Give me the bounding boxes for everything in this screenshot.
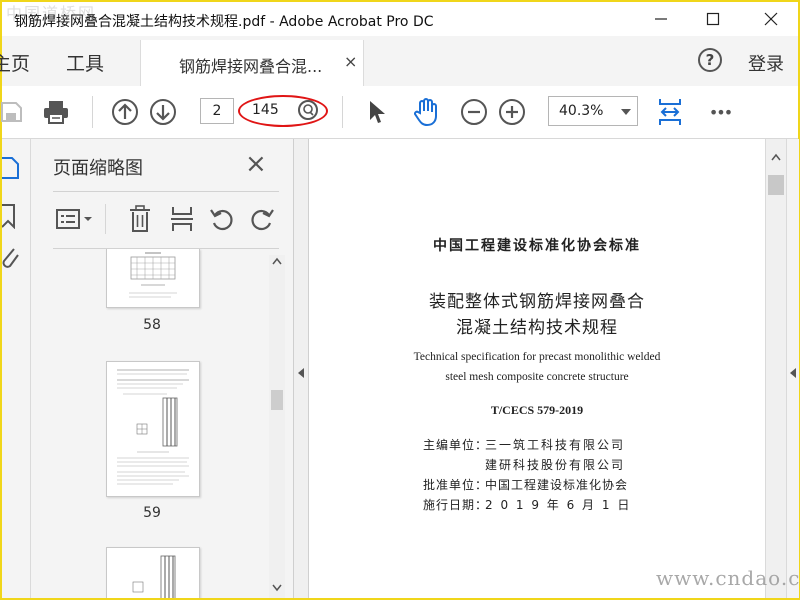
panel-splitter[interactable]: [294, 139, 309, 598]
fit-page-icon: [659, 99, 681, 125]
close-icon: [764, 12, 778, 26]
toolbar-divider: [92, 96, 93, 128]
thumbnail-scrollbar[interactable]: [269, 255, 285, 598]
site-watermark: www.cndao.com: [656, 566, 800, 590]
tab-document[interactable]: 钢筋焊接网叠合混... ×: [140, 40, 364, 86]
split-page-button[interactable]: [167, 204, 197, 234]
panel-title: 页面缩略图: [53, 158, 143, 179]
right-panel-collapsed[interactable]: [786, 139, 799, 598]
maximize-icon: [706, 12, 720, 26]
effective-date-label: 施行日期：: [423, 498, 489, 512]
rotate-ccw-button[interactable]: [207, 204, 237, 234]
rotate-counterclockwise-icon: [210, 209, 233, 231]
standard-org-heading: 中国工程建设标准化协会标准: [433, 238, 641, 254]
document-tab-label: 钢筋焊接网叠合混...: [179, 57, 323, 76]
print-icon: [44, 101, 68, 124]
close-window-button[interactable]: [748, 4, 794, 34]
page-thumbnails-panel: 页面缩略图 × 58 59: [31, 139, 294, 598]
zoom-in-button[interactable]: [496, 96, 528, 128]
thumbnail-page-number: 58: [143, 317, 161, 333]
document-title-cn-line2: 混凝土结构技术规程: [456, 318, 618, 338]
thumbnail-preview-image: [132, 555, 176, 598]
chevron-down-icon: [621, 109, 631, 115]
print-button[interactable]: [40, 96, 72, 128]
options-menu-button[interactable]: [55, 204, 95, 234]
thumbnail-toolbar: [53, 191, 279, 249]
scroll-up-arrow-icon[interactable]: [771, 153, 781, 161]
chief-editor-1: 三一筑工科技有限公司: [485, 438, 626, 452]
approval-label: 批准单位：: [423, 478, 489, 492]
save-icon: [1, 102, 22, 122]
document-title-en-line1: Technical specification for precast mono…: [413, 351, 661, 363]
previous-page-button[interactable]: [109, 96, 141, 128]
scroll-up-arrow-icon[interactable]: [272, 257, 282, 265]
tab-tools[interactable]: 工具: [66, 49, 104, 76]
zoom-out-button[interactable]: [458, 96, 490, 128]
zoom-level-value: 40.3%: [559, 103, 604, 119]
page-thumbnail[interactable]: [106, 249, 200, 308]
close-tab-button[interactable]: ×: [344, 52, 357, 71]
toolbar-divider: [342, 96, 343, 128]
chief-editor-label: 主编单位：: [423, 438, 489, 452]
thumbnail-preview-image: [117, 369, 189, 485]
toolbar-divider: [105, 204, 106, 234]
page-thumbnail[interactable]: [106, 361, 200, 497]
document-page: 中国工程建设标准化协会标准 装配整体式钢筋焊接网叠合 混凝土结构技术规程 Tec…: [309, 139, 765, 598]
minimize-button[interactable]: [638, 4, 684, 34]
scrollbar-thumb[interactable]: [768, 175, 784, 195]
document-title-en-line2: steel mesh composite concrete structure: [445, 371, 629, 383]
close-panel-button[interactable]: ×: [245, 151, 267, 177]
attachment-icon[interactable]: [0, 245, 22, 271]
scroll-down-arrow-icon[interactable]: [272, 584, 282, 592]
bookmark-icon[interactable]: [2, 203, 22, 229]
highlight-annotation: [238, 95, 328, 127]
tab-home[interactable]: 主页: [0, 49, 30, 76]
rotate-clockwise-icon: [251, 209, 274, 231]
select-tool-button[interactable]: [360, 96, 392, 128]
document-title-cn-line1: 装配整体式钢筋焊接网叠合: [429, 292, 645, 312]
window-title: 钢筋焊接网叠合混凝土结构技术规程.pdf - Adobe Acrobat Pro…: [14, 14, 434, 30]
document-scrollbar[interactable]: [765, 139, 786, 598]
thumbnail-preview-image: [129, 252, 177, 298]
maximize-button[interactable]: [690, 4, 736, 34]
expand-arrow-icon[interactable]: [789, 367, 797, 379]
zoom-level-select[interactable]: 40.3%: [548, 96, 638, 126]
delete-page-button[interactable]: [125, 204, 155, 234]
navigation-rail: [2, 139, 31, 598]
help-button[interactable]: ?: [698, 48, 722, 72]
page-up-icon: [112, 99, 138, 125]
minimize-icon: [655, 18, 667, 20]
approval-value: 中国工程建设标准化协会: [485, 478, 629, 492]
standard-code: T/CECS 579-2019: [490, 403, 584, 417]
hand-tool-icon: [414, 98, 437, 127]
scrollbar-thumb[interactable]: [271, 390, 283, 410]
thumbnail-list: 58 59: [31, 249, 271, 598]
tab-bar: 主页 工具 钢筋焊接网叠合混... × ? 登录: [0, 36, 798, 87]
page-down-icon: [150, 99, 176, 125]
effective-date-value: 2 0 1 9 年 6 月 1 日: [485, 498, 632, 512]
select-cursor-icon: [370, 101, 385, 123]
rotate-cw-button[interactable]: [247, 204, 277, 234]
page-thumbnails-icon[interactable]: [2, 155, 22, 181]
zoom-in-icon: [499, 99, 525, 125]
trash-icon: [130, 205, 150, 232]
zoom-out-icon: [461, 99, 487, 125]
save-button[interactable]: [0, 96, 28, 128]
chief-editor-2: 建研科技股份有限公司: [485, 458, 626, 472]
options-list-icon: [56, 209, 92, 229]
fit-page-button[interactable]: [654, 96, 686, 128]
page-thumbnail[interactable]: [106, 547, 200, 598]
next-page-button[interactable]: [147, 96, 179, 128]
page-number-input[interactable]: 2: [200, 98, 234, 124]
hand-tool-button[interactable]: [410, 96, 442, 128]
main-toolbar: 2 145 40.3% •••: [0, 86, 798, 139]
title-bar: 中国道桥网 钢筋焊接网叠合混凝土结构技术规程.pdf - Adobe Acrob…: [2, 2, 798, 36]
sign-in-button[interactable]: 登录: [748, 50, 784, 76]
thumbnail-page-number: 59: [143, 505, 161, 521]
collapse-arrow-icon[interactable]: [297, 367, 305, 379]
split-page-icon: [171, 207, 193, 231]
more-tools-button[interactable]: •••: [704, 96, 736, 128]
